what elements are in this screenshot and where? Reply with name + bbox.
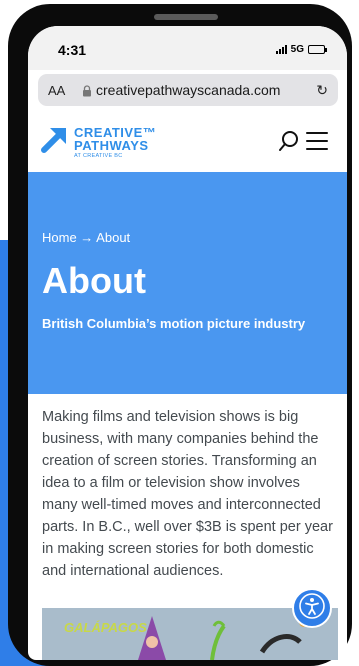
intro-paragraph: Making films and television shows is big… (42, 409, 333, 579)
accessibility-icon (298, 592, 326, 625)
status-indicators: 5G (275, 44, 327, 55)
site-header: CREATIVE™ PATHWAYS AT CREATIVE BC (28, 116, 347, 170)
text-size-button[interactable]: AA (48, 83, 65, 98)
logo-line-creative-bc: AT CREATIVE BC (74, 153, 123, 159)
status-time: 4:31 (58, 42, 87, 58)
reload-icon[interactable]: ↻ (316, 82, 328, 99)
logo-line-pathways: PATHWAYS (74, 138, 149, 153)
network-type: 5G (290, 44, 304, 55)
breadcrumb[interactable]: Home → About (42, 230, 130, 245)
menu-icon[interactable] (306, 132, 328, 150)
phone-speaker (154, 14, 218, 20)
phone-frame: 4:31 5G AA creativepathwayscanada.com ↻ … (8, 4, 352, 666)
url-text: creativepathwayscanada.com (96, 82, 281, 98)
phone-screen: 4:31 5G AA creativepathwayscanada.com ↻ … (28, 26, 347, 660)
url-display[interactable]: creativepathwayscanada.com (82, 82, 280, 98)
hero-banner: Home → About About British Columbia’s mo… (28, 172, 347, 394)
site-logo[interactable]: CREATIVE™ PATHWAYS AT CREATIVE BC (74, 126, 156, 160)
logo-arrow-icon[interactable] (40, 124, 70, 154)
search-icon[interactable] (278, 130, 300, 157)
battery-icon (308, 45, 327, 54)
lock-icon (82, 84, 92, 97)
status-bar: 4:31 5G (28, 26, 347, 70)
accessibility-button[interactable] (292, 588, 332, 628)
signal-icon (275, 45, 287, 54)
illustration-title: GALÁPAGOS (64, 620, 147, 635)
page-title: About (42, 260, 146, 301)
page-subtitle: British Columbia’s motion picture indust… (42, 316, 306, 331)
address-bar[interactable]: AA creativepathwayscanada.com ↻ (38, 74, 338, 106)
